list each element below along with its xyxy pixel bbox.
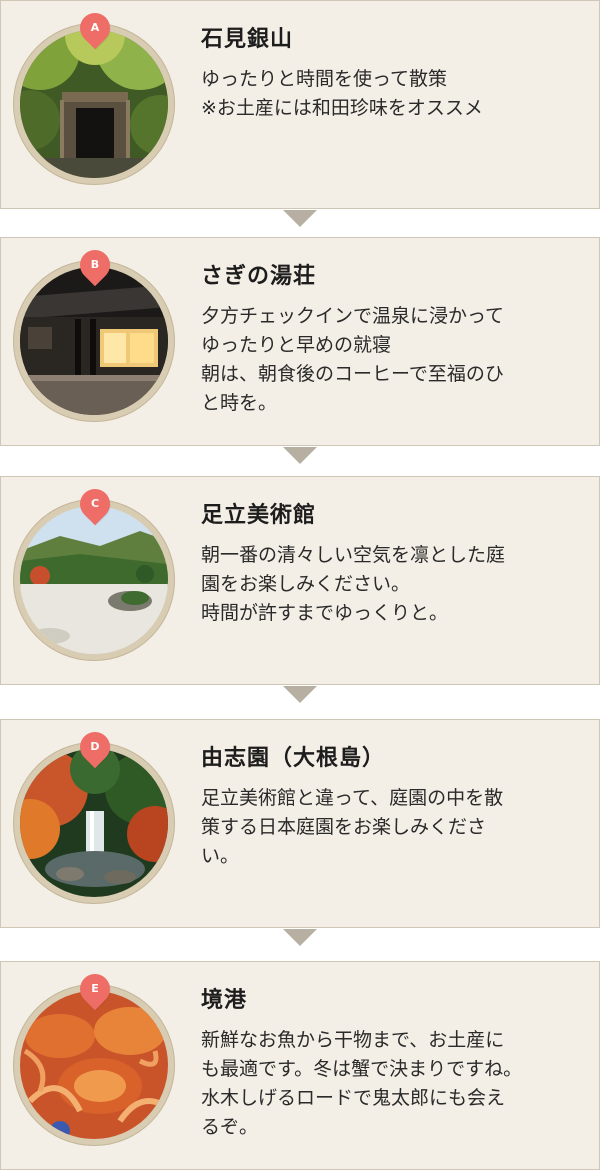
pin-label: E [80, 974, 110, 1004]
spot-photo-adachi-museum [20, 506, 168, 654]
down-arrow-icon [283, 210, 317, 227]
description-line: ゆったりと早めの就寝 [201, 331, 591, 360]
spot-description: 新鮮なお魚から干物まで、お土産に も最適です。冬は蟹で決まりですね。 水木しげる… [201, 1026, 591, 1142]
spot-description: 足立美術館と違って、庭園の中を散 策する日本庭園をお楽しみくださ い。 [201, 784, 591, 871]
spot-title: 足立美術館 [201, 497, 316, 529]
spot-description: 夕方チェックインで温泉に浸かって ゆったりと早めの就寝 朝は、朝食後のコーヒーで… [201, 302, 591, 418]
description-line: 策する日本庭園をお楽しみくださ [201, 813, 591, 842]
down-arrow-icon [283, 447, 317, 464]
description-line: い。 [201, 842, 591, 871]
spot-card-d: D 由志園（大根島） 足立美術館と違って、庭園の中を散 策する日本庭園をお楽しみ… [0, 719, 600, 928]
down-arrow-icon [283, 686, 317, 703]
spot-photo-iwami-ginzan [20, 30, 168, 178]
pin-label: B [80, 250, 110, 280]
description-line: ※お土産には和田珍味をオススメ [201, 94, 591, 123]
pin-label: D [80, 732, 110, 762]
spot-photo-saginoyuso [20, 267, 168, 415]
spot-description: 朝一番の清々しい空気を凛とした庭 園をお楽しみください。 時間が許すまでゆっくり… [201, 541, 591, 628]
description-line: るぞ。 [201, 1113, 591, 1142]
description-line: も最適です。冬は蟹で決まりですね。 [201, 1055, 591, 1084]
spot-title: 由志園（大根島） [201, 740, 385, 772]
description-line: 足立美術館と違って、庭園の中を散 [201, 784, 591, 813]
spot-card-c: C 足立美術館 朝一番の清々しい空気を凛とした庭 園をお楽しみください。 時間が… [0, 476, 600, 685]
description-line: 夕方チェックインで温泉に浸かって [201, 302, 591, 331]
description-line: と時を。 [201, 389, 591, 418]
spot-photo-yuushien [20, 749, 168, 897]
description-line: 朝一番の清々しい空気を凛とした庭 [201, 541, 591, 570]
description-line: 新鮮なお魚から干物まで、お土産に [201, 1026, 591, 1055]
description-line: 朝は、朝食後のコーヒーで至福のひ [201, 360, 591, 389]
spot-title: さぎの湯荘 [201, 258, 316, 290]
spot-photo-sakaiminato [20, 991, 168, 1139]
pin-label: A [80, 13, 110, 43]
spot-description: ゆったりと時間を使って散策 ※お土産には和田珍味をオススメ [201, 65, 591, 123]
description-line: ゆったりと時間を使って散策 [201, 65, 591, 94]
spot-title: 石見銀山 [201, 21, 293, 53]
spot-card-e: E 境港 新鮮なお魚から干物まで、お土産に も最適です。冬は蟹で決まりですね。 … [0, 961, 600, 1170]
description-line: 時間が許すまでゆっくりと。 [201, 599, 591, 628]
spot-title: 境港 [201, 982, 247, 1014]
description-line: 園をお楽しみください。 [201, 570, 591, 599]
spot-card-b: B さぎの湯荘 夕方チェックインで温泉に浸かって ゆったりと早めの就寝 朝は、朝… [0, 237, 600, 446]
down-arrow-icon [283, 929, 317, 946]
description-line: 水木しげるロードで鬼太郎にも会え [201, 1084, 591, 1113]
pin-label: C [80, 489, 110, 519]
spot-card-a: A 石見銀山 ゆったりと時間を使って散策 ※お土産には和田珍味をオススメ [0, 0, 600, 209]
